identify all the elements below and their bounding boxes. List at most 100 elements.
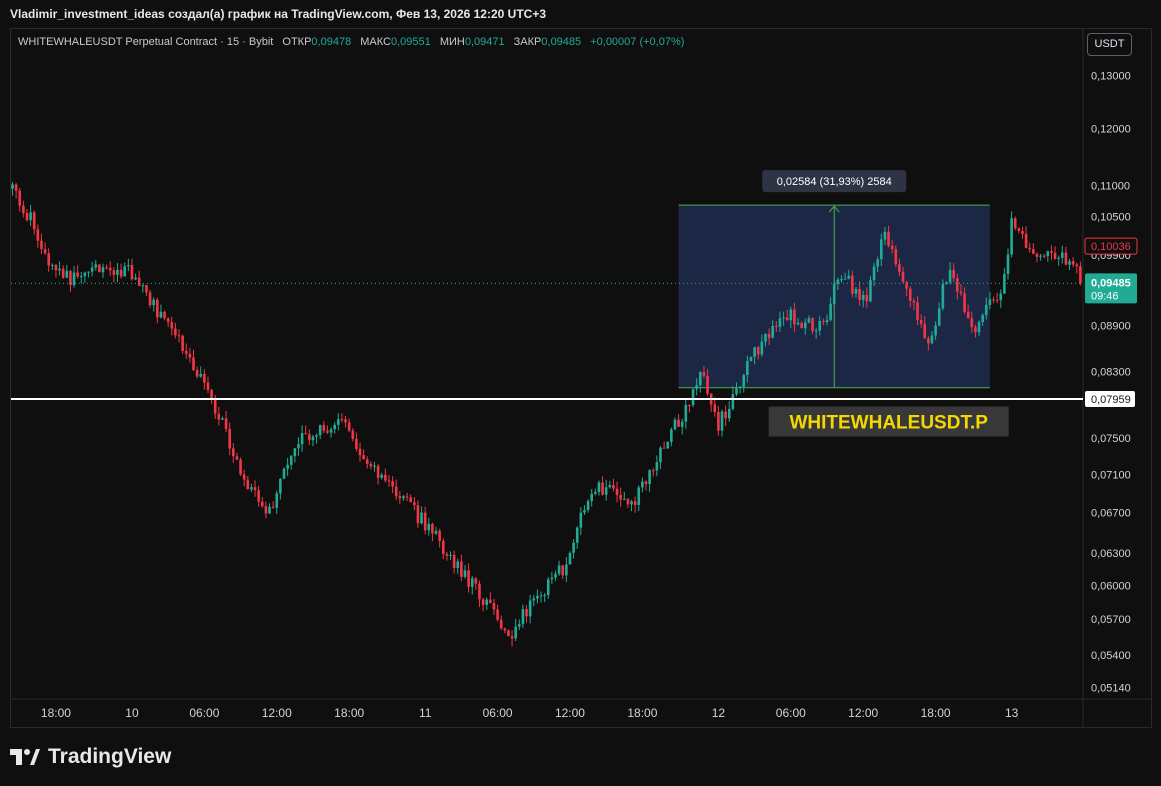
y-tick-label: 0,10500 — [1091, 211, 1131, 223]
candle-body — [753, 347, 756, 357]
candle-body — [43, 249, 47, 254]
change-value: +0,00007 (+0,07%) — [590, 36, 685, 48]
y-tick-label: 0,05140 — [1091, 682, 1131, 694]
y-tick-label: 0,12000 — [1091, 123, 1131, 135]
annotation-text: WHITEWHALEUSDT.P — [789, 413, 988, 434]
candle-body — [221, 418, 224, 420]
candle-body — [880, 239, 883, 260]
candle-body — [756, 347, 760, 355]
candle-body — [622, 498, 626, 500]
candle-body — [803, 322, 807, 329]
candle-body — [376, 465, 380, 478]
candle-body — [362, 455, 365, 460]
candle-body — [94, 264, 98, 268]
candle-body — [630, 501, 633, 505]
candle-body — [11, 184, 14, 189]
candle-body — [347, 422, 351, 431]
candle-body — [659, 447, 662, 463]
candle-body — [474, 578, 478, 584]
candle-body — [890, 245, 894, 250]
candle-body — [764, 333, 767, 342]
candle-body — [239, 459, 242, 475]
candle-body — [865, 294, 869, 302]
candle-body — [742, 375, 746, 387]
candle-body — [326, 430, 329, 433]
candle-body — [304, 433, 308, 435]
x-tick-label: 06:00 — [483, 706, 513, 720]
candle-body — [420, 512, 423, 524]
x-tick-label: 10 — [125, 706, 139, 720]
candle-body — [145, 285, 148, 293]
candle-body — [550, 577, 554, 580]
x-tick-label: 18:00 — [921, 706, 951, 720]
candle-body — [775, 326, 778, 328]
candle-body — [260, 501, 264, 507]
candle-body — [235, 456, 239, 460]
candle-body — [148, 292, 152, 306]
y-tick-label: 0,05400 — [1091, 650, 1131, 662]
candle-body — [119, 269, 123, 277]
candle-body — [485, 599, 489, 605]
candle-body — [250, 487, 253, 490]
candle-body — [51, 264, 54, 266]
candle-body — [604, 487, 608, 495]
candle-body — [695, 385, 698, 390]
candle-body — [315, 435, 318, 437]
support-price-label: 0,07959 — [1091, 394, 1131, 406]
candle-body — [152, 299, 155, 306]
candle-body — [499, 619, 503, 629]
candle-body — [525, 609, 528, 617]
y-tick-label: 0,06300 — [1091, 548, 1131, 560]
candle-body — [601, 482, 604, 495]
candle-body — [927, 338, 930, 344]
candle-body — [966, 311, 970, 319]
candle-body — [992, 299, 995, 301]
candle-body — [572, 542, 575, 553]
candle-body — [1039, 255, 1042, 257]
y-tick-label: 0,05700 — [1091, 614, 1131, 626]
candle-body — [467, 570, 470, 587]
low-label: МИН — [439, 36, 465, 48]
candle-body — [800, 322, 803, 329]
candle-body — [981, 315, 984, 323]
x-tick-label: 12:00 — [555, 706, 585, 720]
candle-body — [644, 481, 648, 485]
brand-name: TradingView — [48, 745, 172, 768]
candle-body — [340, 419, 344, 421]
currency-button[interactable]: USDT — [1087, 33, 1132, 56]
candle-body — [626, 498, 630, 505]
candle-body — [615, 488, 619, 496]
range-label-text: 0,02584 (31,93%) 2584 — [777, 176, 892, 188]
candle-body — [279, 478, 282, 494]
candle-body — [90, 267, 94, 272]
candle-body — [738, 386, 742, 388]
candle-body — [539, 595, 543, 597]
candle-body — [919, 319, 923, 324]
candle-body — [565, 564, 568, 576]
candle-body — [1017, 228, 1021, 231]
candle-body — [58, 268, 61, 271]
x-tick-label: 11 — [419, 706, 432, 720]
candle-body — [282, 468, 286, 479]
candle-body — [394, 486, 398, 497]
candle-body — [199, 373, 203, 377]
candle-body — [452, 554, 456, 568]
candle-body — [449, 554, 452, 556]
chart-panel[interactable]: 0,13000 0,12000 0,11000 0,10500 0,09900 0,089… — [10, 28, 1152, 728]
high-label: МАКС — [360, 36, 391, 48]
candle-body — [521, 609, 525, 625]
candle-body — [79, 276, 83, 278]
candle-body — [898, 264, 901, 272]
candle-body — [369, 463, 373, 467]
candle-body — [1071, 261, 1075, 265]
candle-body — [355, 438, 358, 449]
candle-body — [977, 322, 981, 333]
x-tick-label: 13 — [1005, 706, 1019, 720]
candle-body — [937, 308, 941, 326]
x-tick-label: 12:00 — [848, 706, 878, 720]
candlestick-chart[interactable]: 0,130000,120000,110000,105000,099000,089… — [11, 29, 1151, 727]
candle-body — [876, 259, 879, 267]
candle-body — [463, 570, 467, 577]
candle-body — [1050, 251, 1053, 253]
candle-body — [956, 278, 959, 292]
